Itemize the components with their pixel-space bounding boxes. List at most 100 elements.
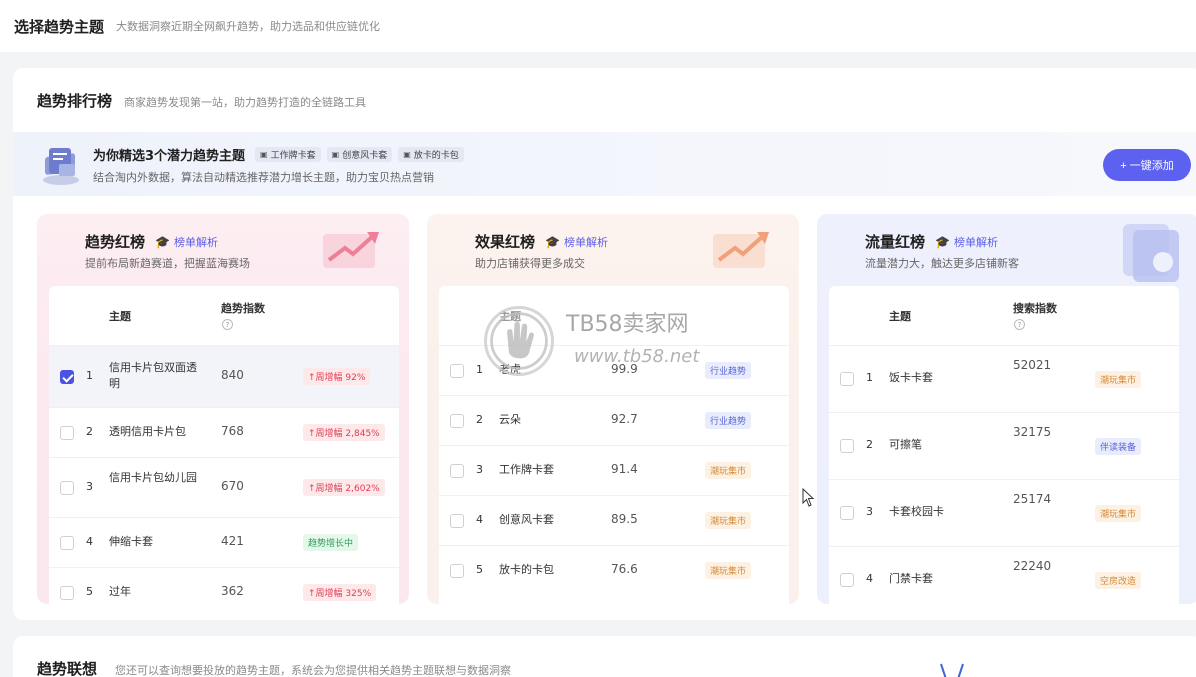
row-topic: 可擦笔 [889, 438, 922, 451]
board-title: 流量红榜 [865, 233, 926, 251]
help-icon[interactable]: ? [1014, 319, 1025, 330]
board-title: 效果红榜 [475, 233, 536, 251]
board-subtitle: 流量潜力大，触达更多店铺新客 [865, 257, 1019, 270]
section-title: 趋势联想 [37, 660, 98, 677]
graduation-cap-icon: 🎓 [545, 234, 560, 249]
table-row[interactable]: 3 工作牌卡套 91.4 潮玩集市 [439, 446, 789, 496]
row-checkbox[interactable] [840, 506, 854, 520]
row-topic: 过年 [109, 585, 131, 598]
table-row[interactable]: 4 伸缩卡套 421 趋势增长中 [49, 518, 399, 568]
table-row[interactable]: 3 卡套校园卡 25174 潮玩集市 [829, 480, 1179, 547]
board-header: 流量红榜 🎓 榜单解析 [865, 231, 998, 252]
table-header: 主题 搜索指数 ? [829, 286, 1179, 346]
row-topic: 云朵 [499, 413, 521, 426]
table-row[interactable]: 2 透明信用卡片包 768 ↑周增幅 2,845% [49, 408, 399, 458]
row-topic: 信用卡片包幼儿园 [109, 471, 197, 484]
row-index: 3 [866, 505, 873, 518]
recommend-description: 结合淘内外数据，算法自动精选推荐潜力增长主题，助力宝贝热点营销 [93, 171, 434, 184]
table-row[interactable]: 5 过年 362 ↑周增幅 325% [49, 568, 399, 604]
tag-icon: ▣ [403, 150, 411, 159]
growth-badge: ↑周增幅 2,602% [303, 479, 385, 496]
row-index: 4 [476, 513, 483, 526]
category-badge: 空房改造 [1095, 572, 1142, 589]
trend-association-card: 趋势联想 您还可以查询想要投放的趋势主题，系统会为您提供相关趋势主题联想与数据洞… [13, 636, 1196, 677]
page-subtitle: 大数据洞察近期全网飙升趋势，助力选品和供应链优化 [116, 20, 381, 33]
row-value: 362 [221, 584, 244, 598]
row-checkbox[interactable] [60, 586, 74, 600]
recommend-chip[interactable]: ▣ 工作牌卡套 [255, 147, 321, 162]
row-index: 4 [86, 535, 93, 548]
table-header: 主题 趋势指数 ? [49, 286, 399, 346]
row-topic: 创意风卡套 [499, 513, 554, 526]
board-analysis-link[interactable]: 🎓 榜单解析 [155, 234, 218, 250]
help-icon[interactable]: ? [222, 319, 233, 330]
row-value: 25174 [1013, 492, 1052, 506]
table-row[interactable]: 4 创意风卡套 89.5 潮玩集市 [439, 496, 789, 546]
row-checkbox[interactable] [840, 372, 854, 386]
category-badge: 潮玩集市 [1095, 371, 1142, 388]
watermark-url: www.tb58.net [574, 346, 700, 367]
row-checkbox[interactable] [450, 364, 464, 378]
row-checkbox[interactable] [450, 514, 464, 528]
column-header-metric: 搜索指数 [1013, 302, 1057, 315]
watermark-text: TB58卖家网 [566, 312, 689, 337]
table-row[interactable]: 5 放卡的卡包 76.6 潮玩集市 [439, 546, 789, 596]
row-index: 2 [866, 438, 873, 451]
board-analysis-link[interactable]: 🎓 榜单解析 [935, 234, 998, 250]
row-checkbox[interactable] [450, 414, 464, 428]
table-row[interactable]: 4 门禁卡套 22240 空房改造 [829, 547, 1179, 604]
row-topic: 门禁卡套 [889, 572, 933, 585]
recommend-chip[interactable]: ▣ 创意风卡套 [326, 147, 393, 162]
section-subtitle: 商家趋势发现第一站，助力趋势打造的全链路工具 [124, 96, 367, 109]
add-all-button[interactable]: + 一键添加 [1103, 149, 1191, 181]
trend-board: 趋势红榜 🎓 榜单解析 提前布局新趋赛道，把握蓝海赛场 主题 趋势指数 ? 1 信… [37, 214, 409, 604]
growth-badge: ↑周增幅 325% [303, 584, 377, 601]
category-badge: 行业趋势 [705, 412, 752, 429]
board-table: 主题 趋势指数 ? 1 信用卡片包双面透明 840 ↑周增幅 92% 2 透明信… [49, 286, 399, 604]
mouse-cursor-icon [802, 488, 815, 507]
recommend-chip[interactable]: ▣ 放卡的卡包 [398, 147, 464, 162]
row-index: 1 [476, 363, 483, 376]
row-value: 89.5 [611, 512, 638, 526]
recommend-bar: 为你精选3个潜力趋势主题 ▣ 工作牌卡套 ▣ 创意风卡套 ▣ 放卡的卡包 结合淘内外数… [13, 132, 1196, 196]
row-topic: 放卡的卡包 [499, 563, 554, 576]
hand-logo-icon [484, 306, 554, 376]
board-subtitle: 助力店铺获得更多成交 [475, 257, 585, 270]
table-row[interactable]: 2 可擦笔 32175 伴读装备 [829, 413, 1179, 480]
row-checkbox[interactable] [450, 464, 464, 478]
table-row[interactable]: 2 云朵 92.7 行业趋势 [439, 396, 789, 446]
trend-arrow-icon [713, 232, 769, 268]
board-header: 效果红榜 🎓 榜单解析 [475, 231, 608, 252]
table-row[interactable]: 1 信用卡片包双面透明 840 ↑周增幅 92% [49, 346, 399, 408]
category-badge: 伴读装备 [1095, 438, 1142, 455]
table-row[interactable]: 1 饭卡卡套 52021 潮玩集市 [829, 346, 1179, 413]
row-checkbox[interactable] [60, 426, 74, 440]
row-checkbox[interactable] [840, 573, 854, 587]
row-value: 52021 [1013, 358, 1052, 372]
layers-icon [1123, 224, 1179, 282]
row-value: 840 [221, 368, 244, 382]
page-header: 选择趋势主题 大数据洞察近期全网飙升趋势，助力选品和供应链优化 [0, 0, 1196, 52]
row-checkbox[interactable] [60, 536, 74, 550]
row-topic: 卡套校园卡 [889, 505, 944, 518]
tag-icon: ▣ [260, 150, 268, 159]
board-analysis-link[interactable]: 🎓 榜单解析 [545, 234, 608, 250]
recommend-title: 为你精选3个潜力趋势主题 [93, 149, 246, 164]
page-title: 选择趋势主题 [14, 17, 105, 36]
row-checkbox[interactable] [60, 370, 74, 384]
column-header-topic: 主题 [889, 310, 911, 323]
table-row[interactable]: 3 信用卡片包幼儿园 670 ↑周增幅 2,602% [49, 458, 399, 518]
row-index: 3 [476, 463, 483, 476]
column-header-topic: 主题 [109, 310, 131, 323]
effect-board: 效果红榜 🎓 榜单解析 助力店铺获得更多成交 主题 1 老虎 99.9 行业趋势 … [427, 214, 799, 604]
board-header: 趋势红榜 🎓 榜单解析 [85, 231, 218, 252]
row-checkbox[interactable] [840, 439, 854, 453]
row-checkbox[interactable] [450, 564, 464, 578]
column-header-metric: 趋势指数 [221, 302, 265, 315]
row-topic: 工作牌卡套 [499, 463, 554, 476]
row-value: 32175 [1013, 425, 1052, 439]
watermark: TB58卖家网 www.tb58.net [484, 306, 734, 376]
recommend-icon [43, 148, 79, 185]
board-subtitle: 提前布局新趋赛道，把握蓝海赛场 [85, 257, 250, 270]
row-checkbox[interactable] [60, 481, 74, 495]
